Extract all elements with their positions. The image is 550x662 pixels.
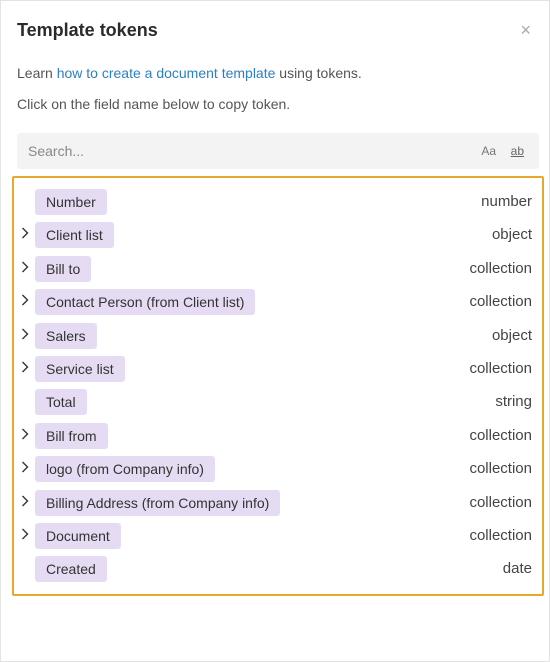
token-row: Billing Address (from Company info) colle… <box>14 488 542 518</box>
token-type: collection <box>469 460 532 478</box>
token-row: Bill from collection <box>14 421 542 451</box>
intro-prefix: Learn <box>17 65 57 81</box>
token-chip[interactable]: Service list <box>35 356 125 382</box>
token-type: object <box>491 226 532 244</box>
token-chip[interactable]: Contact Person (from Client list) <box>35 289 256 316</box>
search-input[interactable] <box>17 133 457 169</box>
panel-title: Template tokens <box>17 20 158 40</box>
token-chip[interactable]: Bill to <box>35 255 92 282</box>
token-type: collection <box>469 293 532 311</box>
token-row: Client list object <box>14 220 542 250</box>
token-chip[interactable]: Number <box>35 189 107 215</box>
token-row: Service list collection <box>14 354 542 384</box>
how-to-link[interactable]: how to create a document template <box>57 65 276 81</box>
token-type: collection <box>469 426 532 444</box>
token-chip[interactable]: Salers <box>35 322 97 349</box>
token-type: collection <box>469 259 532 277</box>
token-chip[interactable]: Document <box>35 523 121 549</box>
match-case-toggle[interactable]: Aa <box>481 144 496 158</box>
token-row: logo (from Company info) collection <box>14 454 542 484</box>
token-row: Created date <box>14 554 542 584</box>
token-list: Number number Client list object Bill to coll… <box>12 176 544 596</box>
search-bar: Aa ab <box>17 133 539 169</box>
chevron-right-icon[interactable] <box>21 428 29 443</box>
chevron-right-icon[interactable] <box>21 261 29 276</box>
token-type: number <box>481 193 532 210</box>
token-chip[interactable]: Bill from <box>35 422 108 449</box>
token-type: date <box>502 560 532 578</box>
token-chip[interactable]: Billing Address (from Company info) <box>35 489 281 516</box>
chevron-right-icon[interactable] <box>21 461 29 476</box>
token-row: Salers object <box>14 321 542 351</box>
token-chip[interactable]: Created <box>35 556 107 583</box>
chevron-right-icon[interactable] <box>21 328 29 343</box>
token-type: object <box>491 326 532 344</box>
chevron-right-icon[interactable] <box>21 294 29 309</box>
token-row: Bill to collection <box>14 254 542 284</box>
template-tokens-panel: Template tokens × Learn how to create a … <box>0 0 550 662</box>
token-row: Document collection <box>14 521 542 551</box>
intro-suffix: using tokens. <box>275 65 362 81</box>
close-icon[interactable]: × <box>520 21 531 39</box>
chevron-right-icon[interactable] <box>21 361 29 376</box>
token-row: Number number <box>14 187 542 217</box>
token-row: Total string <box>14 387 542 417</box>
token-type: string <box>495 393 532 411</box>
token-type: collection <box>469 493 532 511</box>
token-chip[interactable]: Total <box>35 389 87 416</box>
whole-word-toggle[interactable]: ab <box>511 144 524 158</box>
intro-text: Learn how to create a document template … <box>17 65 362 81</box>
token-chip[interactable]: logo (from Company info) <box>35 456 215 483</box>
token-type: collection <box>469 360 532 377</box>
chevron-right-icon[interactable] <box>21 495 29 510</box>
chevron-right-icon[interactable] <box>21 227 29 242</box>
token-type: collection <box>469 527 532 544</box>
token-chip[interactable]: Client list <box>35 222 114 249</box>
copy-hint: Click on the field name below to copy to… <box>17 96 291 112</box>
chevron-right-icon[interactable] <box>21 528 29 543</box>
token-row: Contact Person (from Client list) collect… <box>14 287 542 317</box>
